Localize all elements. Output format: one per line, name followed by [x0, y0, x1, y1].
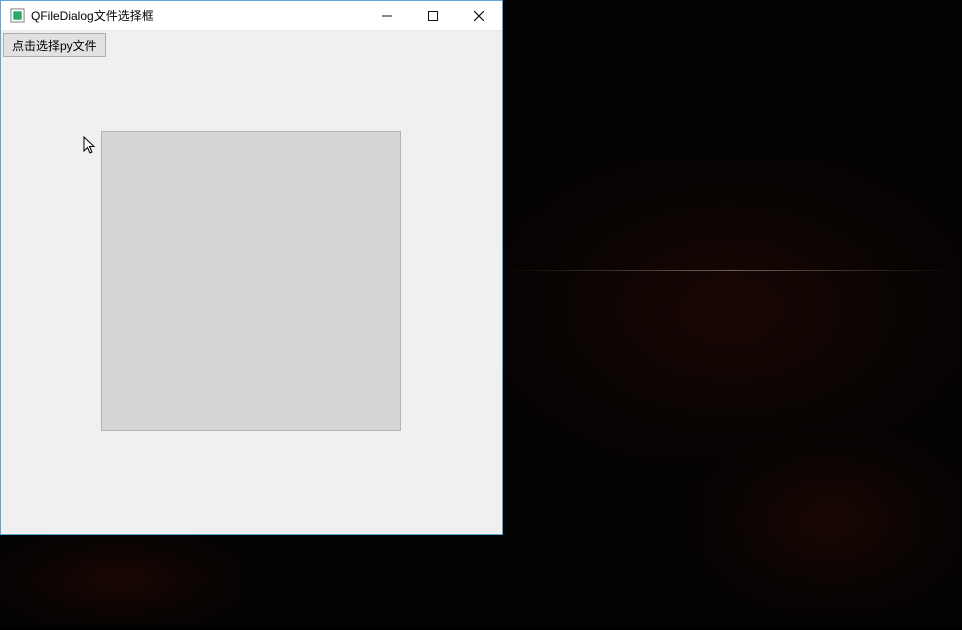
app-icon	[9, 8, 25, 24]
window-title: QFileDialog文件选择框	[31, 7, 364, 24]
close-button[interactable]	[456, 1, 502, 30]
client-area: 点击选择py文件	[1, 31, 502, 534]
content-label	[101, 131, 401, 431]
minimize-button[interactable]	[364, 1, 410, 30]
maximize-button[interactable]	[410, 1, 456, 30]
titlebar[interactable]: QFileDialog文件选择框	[1, 1, 502, 31]
window-controls	[364, 1, 502, 30]
cursor-icon	[83, 136, 99, 156]
main-window: QFileDialog文件选择框 点击选择py文件	[0, 0, 503, 535]
select-file-button[interactable]: 点击选择py文件	[3, 33, 106, 57]
